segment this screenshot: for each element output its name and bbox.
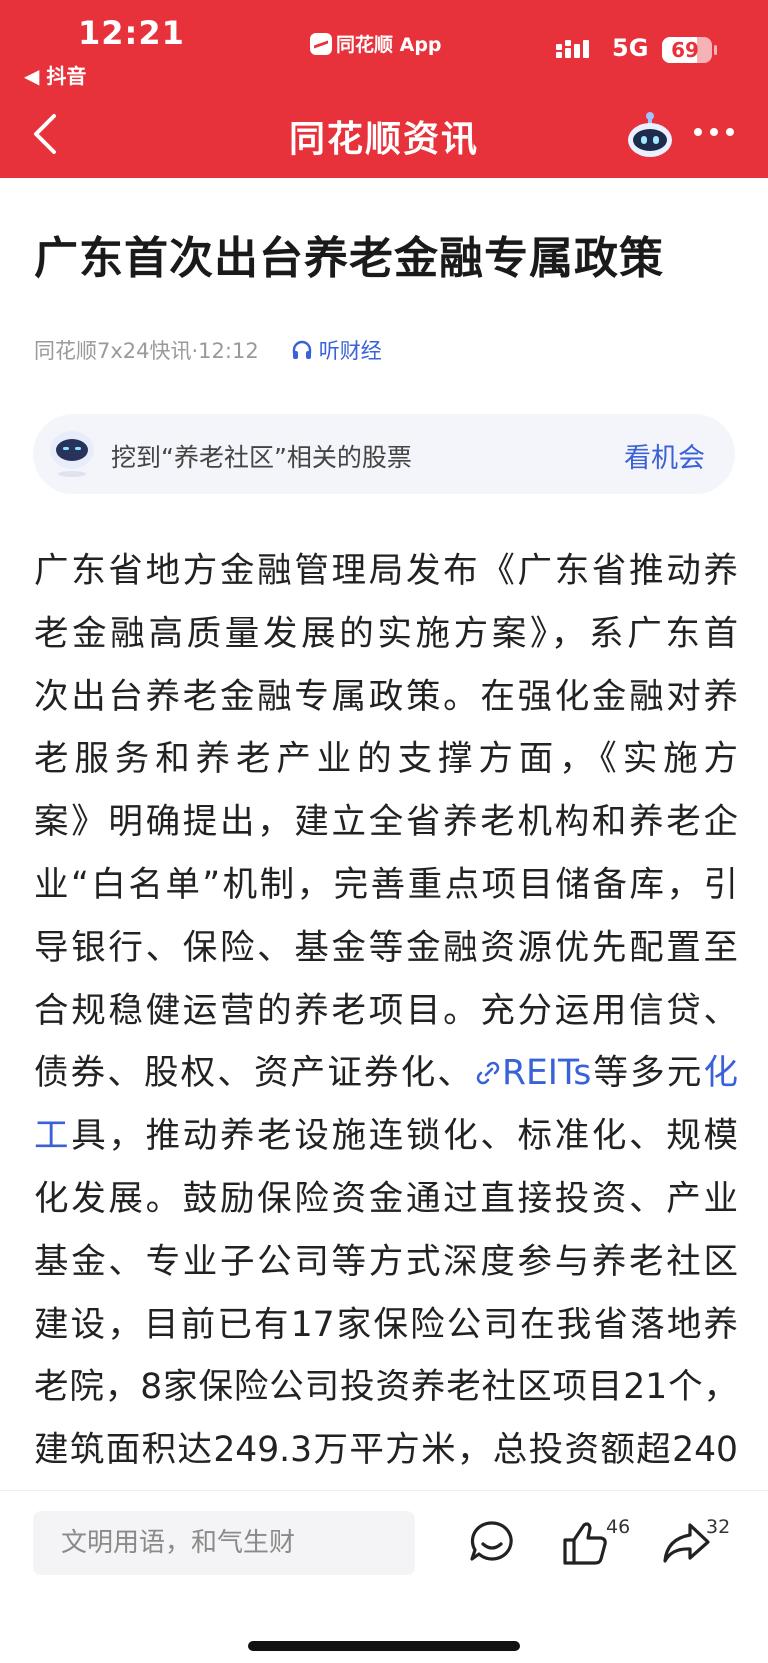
battery-tip xyxy=(714,45,717,55)
related-stocks-card[interactable]: 挖到“养老社区”相关的股票 看机会 xyxy=(33,414,735,494)
article-text: 老院，8家保险公司投资养老社区项目21个， xyxy=(34,1367,738,1408)
article-body-line: 建筑面积达249.3万平方米，总投资额超240 xyxy=(34,1419,738,1482)
view-opportunity-link[interactable]: 看机会 xyxy=(624,436,705,475)
more-dots-icon[interactable] xyxy=(694,128,734,140)
article-body-line: 合规稳健运营的养老项目。充分运用信贷、 xyxy=(34,980,738,1043)
article-inline-link[interactable]: REITs xyxy=(502,1053,591,1093)
article-body-line: 次出台养老金融专属政策。在强化金融对养 xyxy=(34,666,738,729)
battery-icon: 69 xyxy=(662,37,712,63)
battery-percent: 69 xyxy=(671,38,699,62)
robot-assistant-icon[interactable] xyxy=(624,108,676,160)
app-header: 12:21 ◀ 抖音 同花顺 App 5G 69 同花顺资讯 xyxy=(0,0,768,178)
article-text: 债券、股权、资产证券化、 xyxy=(34,1053,475,1094)
listen-button[interactable]: 听财经 xyxy=(291,335,382,365)
article-text: 老金融高质量发展的实施方案》，系广东首 xyxy=(34,613,738,654)
share-count: 32 xyxy=(706,1516,731,1538)
article-text: 建设，目前已有17家保险公司在我省落地养 xyxy=(34,1304,738,1345)
article-title: 广东首次出台养老金融专属政策 xyxy=(34,233,664,284)
network-type: 5G xyxy=(612,34,649,62)
article-body-line: 工具，推动养老设施连锁化、标准化、规模 xyxy=(34,1105,738,1168)
article-inline-link[interactable]: 工 xyxy=(34,1116,71,1156)
comment-input[interactable] xyxy=(33,1511,415,1575)
article-body-line: 案》明确提出，建立全省养老机构和养老企 xyxy=(34,791,738,854)
like-count: 46 xyxy=(606,1516,631,1538)
article-text: 次出台养老金融专属政策。在强化金融对养 xyxy=(34,676,738,717)
article-text: 案》明确提出，建立全省养老机构和养老企 xyxy=(34,802,738,843)
article-meta: 同花顺7x24快讯·12:12 听财经 xyxy=(34,335,382,365)
status-app-indicator: 同花顺 App xyxy=(310,30,442,57)
article-text: 老服务和养老产业的支撑方面，《实施方 xyxy=(34,739,738,780)
article-text: 化发展。鼓励保险资金通过直接投资、产业 xyxy=(34,1178,738,1219)
article-body-line: 基金、专业子公司等方式深度参与养老社区 xyxy=(34,1231,738,1294)
article-text: 等多元 xyxy=(591,1053,704,1094)
article-body-line: 业“白名单”机制，完善重点项目储备库，引 xyxy=(34,854,738,917)
article-text: 导银行、保险、基金等金融资源优先配置至 xyxy=(34,927,738,968)
article-body: 广东省地方金融管理局发布《广东省推动养 老金融高质量发展的实施方案》，系广东首 次出… xyxy=(34,540,738,1482)
back-to-app-link[interactable]: ◀ 抖音 xyxy=(24,60,86,89)
link-icon xyxy=(476,1062,500,1085)
article-body-line: 老服务和养老产业的支撑方面，《实施方 xyxy=(34,728,738,791)
bottom-action-bar: 46 32 xyxy=(0,1490,768,1663)
listen-label: 听财经 xyxy=(318,339,382,363)
robot-assistant-icon xyxy=(47,426,97,480)
article-inline-link[interactable]: 化 xyxy=(704,1053,739,1093)
related-stocks-text: 挖到“养老社区”相关的股票 xyxy=(111,443,412,472)
home-indicator xyxy=(248,1641,520,1651)
status-app-name: 同花顺 App xyxy=(336,34,442,56)
article-body-line: 广东省地方金融管理局发布《广东省推动养 xyxy=(34,540,738,603)
article-body-line: 建设，目前已有17家保险公司在我省落地养 xyxy=(34,1294,738,1357)
status-time: 12:21 xyxy=(78,14,185,52)
article-text: 业“白名单”机制，完善重点项目储备库，引 xyxy=(34,864,738,905)
article-body-line: 债券、股权、资产证券化、 REITs等多元化 xyxy=(34,1042,738,1105)
article-text: 广东省地方金融管理局发布《广东省推动养 xyxy=(34,551,738,591)
article-body-line: 老院，8家保险公司投资养老社区项目21个， xyxy=(34,1356,738,1419)
comment-icon[interactable] xyxy=(462,1513,522,1573)
article-body-line: 化发展。鼓励保险资金通过直接投资、产业 xyxy=(34,1168,738,1231)
article-body-line: 老金融高质量发展的实施方案》，系广东首 xyxy=(34,603,738,666)
article-text: 合规稳健运营的养老项目。充分运用信贷、 xyxy=(34,990,738,1031)
article-text: 建筑面积达249.3万平方米，总投资额超240 xyxy=(34,1430,738,1471)
headphones-icon xyxy=(292,340,311,359)
article-text: 具，推动养老设施连锁化、标准化、规模 xyxy=(71,1116,739,1157)
article-source: 同花顺7x24快讯·12:12 xyxy=(34,339,259,363)
app-logo-icon xyxy=(310,32,332,55)
article-text: 基金、专业子公司等方式深度参与养老社区 xyxy=(34,1241,738,1282)
signal-icon xyxy=(556,40,598,64)
article-body-line: 导银行、保险、基金等金融资源优先配置至 xyxy=(34,917,738,980)
